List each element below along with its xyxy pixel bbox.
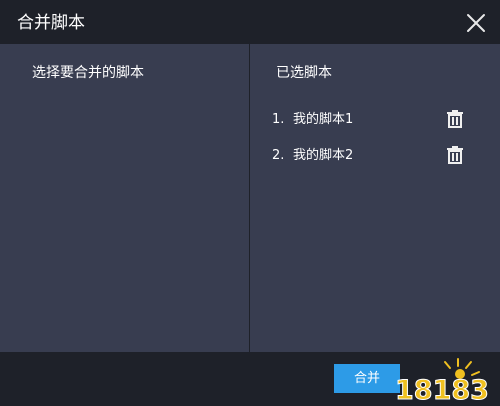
watermark-logo: 18183 <box>395 358 489 404</box>
merge-scripts-dialog: 合并脚本 选择要合并的脚本 已选脚本 1. 我的脚本1 2. 我的脚本2 合并 … <box>0 0 500 406</box>
panes: 选择要合并的脚本 已选脚本 1. 我的脚本1 2. 我的脚本2 <box>0 44 500 352</box>
title-bar: 合并脚本 <box>0 0 500 44</box>
selected-scripts-title: 已选脚本 <box>276 65 332 81</box>
item-number: 2. <box>272 148 285 163</box>
item-number: 1. <box>272 112 285 127</box>
available-scripts-title: 选择要合并的脚本 <box>32 65 144 81</box>
script-name: 我的脚本2 <box>293 148 354 163</box>
dialog-footer: 合并 18183 <box>0 352 500 406</box>
trash-icon[interactable] <box>444 144 466 166</box>
close-icon[interactable] <box>464 11 488 35</box>
merge-button[interactable]: 合并 <box>334 364 400 393</box>
selected-script-item: 2. 我的脚本2 <box>272 144 492 168</box>
selected-script-item: 1. 我的脚本1 <box>272 108 492 132</box>
svg-text:18183: 18183 <box>395 375 489 404</box>
script-name: 我的脚本1 <box>293 112 354 127</box>
trash-icon[interactable] <box>444 108 466 130</box>
available-scripts-pane: 选择要合并的脚本 <box>0 44 249 352</box>
selected-scripts-pane: 已选脚本 1. 我的脚本1 2. 我的脚本2 <box>250 44 500 352</box>
dialog-title: 合并脚本 <box>17 13 85 33</box>
